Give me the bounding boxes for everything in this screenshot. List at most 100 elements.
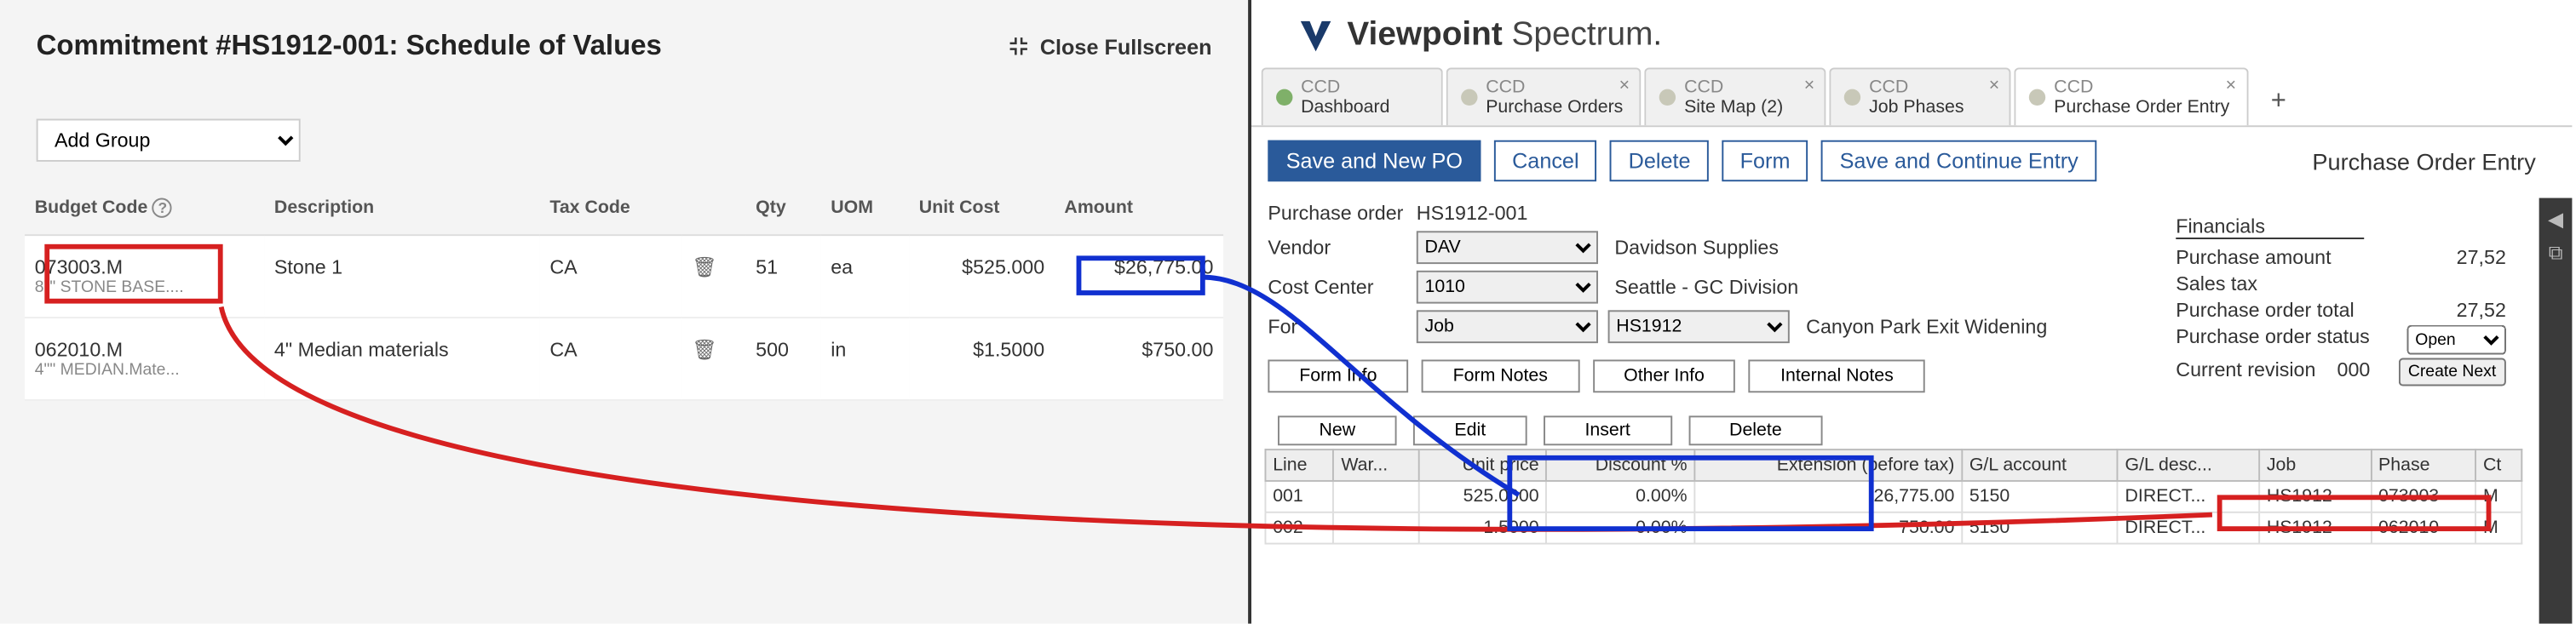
- po-label: Purchase order: [1268, 202, 1416, 225]
- grid-edit-button[interactable]: Edit: [1413, 416, 1527, 446]
- create-next-button[interactable]: Create Next: [2398, 358, 2506, 386]
- close-fullscreen-label: Close Fullscreen: [1040, 34, 1212, 59]
- extension-cell: 26,775.00: [1694, 481, 1962, 512]
- tab-close-icon[interactable]: ×: [1989, 76, 1999, 95]
- tab-dashboard[interactable]: CCDDashboard: [1262, 67, 1443, 125]
- close-fullscreen-button[interactable]: Close Fullscreen: [1007, 34, 1211, 59]
- table-row[interactable]: 073003.M8"" STONE BASE....Stone 1CA 🗑 51ea…: [25, 235, 1223, 318]
- delete-button[interactable]: Delete: [1610, 140, 1708, 181]
- qty-cell[interactable]: 51: [746, 235, 821, 318]
- page-title: Commitment #HS1912-001: Schedule of Valu…: [37, 30, 662, 63]
- delete-row-button[interactable]: 🗑: [682, 318, 746, 400]
- grid-col-discount-[interactable]: Discount %: [1546, 449, 1694, 481]
- col-budget-code[interactable]: Budget Code?: [25, 181, 264, 235]
- tab-company: CCD: [1486, 77, 1623, 97]
- viewpoint-logo-icon: [1297, 17, 1334, 54]
- table-row[interactable]: 062010.M4"" MEDIAN.Mate...4" Median mate…: [25, 318, 1223, 400]
- tab-site-map-2-[interactable]: CCDSite Map (2)×: [1645, 67, 1826, 125]
- budget-code-cell[interactable]: 073003.M8"" STONE BASE....: [25, 235, 264, 318]
- for-label: For: [1268, 316, 1416, 339]
- vendor-select[interactable]: DAV: [1417, 232, 1598, 265]
- cost-center-select[interactable]: 1010: [1417, 271, 1598, 304]
- col-uom[interactable]: UOM: [821, 181, 910, 235]
- uom-cell[interactable]: in: [821, 318, 910, 400]
- col-tax-code[interactable]: Tax Code: [540, 181, 682, 235]
- discount-cell[interactable]: 0.00%: [1546, 481, 1694, 512]
- unit-price-cell[interactable]: 1.5000: [1419, 512, 1546, 544]
- po-total-value: 27,52: [2424, 299, 2506, 322]
- internal-notes-button[interactable]: Internal Notes: [1749, 360, 1924, 393]
- purchase-amount-value: 27,52: [2424, 246, 2506, 269]
- tab-close-icon[interactable]: ×: [1804, 76, 1814, 95]
- job-cell[interactable]: HS1912: [2259, 481, 2371, 512]
- form-notes-button[interactable]: Form Notes: [1422, 360, 1579, 393]
- tab-job-phases[interactable]: CCDJob Phases×: [1830, 67, 2011, 125]
- tax-code-cell[interactable]: CA: [540, 318, 682, 400]
- col-description[interactable]: Description: [264, 181, 539, 235]
- phase-cell[interactable]: 062010: [2371, 512, 2475, 544]
- grid-col-g-l-desc-[interactable]: G/L desc...: [2118, 449, 2259, 481]
- uom-cell[interactable]: ea: [821, 235, 910, 318]
- unit-cost-cell[interactable]: $1.5000: [909, 318, 1055, 400]
- col-unit-cost[interactable]: Unit Cost: [909, 181, 1055, 235]
- side-panel-toggle[interactable]: ◀ ⧉: [2539, 198, 2573, 624]
- war-cell: [1334, 512, 1419, 544]
- grid-delete-button[interactable]: Delete: [1688, 416, 1824, 446]
- add-group-select[interactable]: Add Group: [37, 119, 301, 162]
- unit-price-cell[interactable]: 525.0000: [1419, 481, 1546, 512]
- tab-label: Job Phases: [1869, 98, 1964, 117]
- grid-col-phase[interactable]: Phase: [2371, 449, 2475, 481]
- tab-purchase-order-entry[interactable]: CCDPurchase Order Entry×: [2015, 67, 2248, 125]
- tab-close-icon[interactable]: ×: [2226, 76, 2236, 95]
- help-icon[interactable]: ?: [152, 198, 172, 218]
- gl-desc-cell: DIRECT...: [2118, 512, 2259, 544]
- form-info-button[interactable]: Form Info: [1268, 360, 1408, 393]
- col-qty[interactable]: Qty: [746, 181, 821, 235]
- cost-center-desc: Seattle - GC Division: [1614, 276, 1798, 299]
- ct-cell[interactable]: M: [2475, 481, 2521, 512]
- grid-new-button[interactable]: New: [1278, 416, 1397, 446]
- for-select[interactable]: Job: [1417, 311, 1598, 344]
- grid-col-ct[interactable]: Ct: [2475, 449, 2521, 481]
- tab-purchase-orders[interactable]: CCDPurchase Orders ×: [1446, 67, 1642, 125]
- grid-insert-button[interactable]: Insert: [1544, 416, 1671, 446]
- screen-title: Purchase Order Entry: [2312, 148, 2535, 175]
- grid-col-g-l-account[interactable]: G/L account: [1962, 449, 2118, 481]
- grid-col-job[interactable]: Job: [2259, 449, 2371, 481]
- tab-label: Purchase Orders: [1486, 98, 1623, 117]
- grid-col-line[interactable]: Line: [1265, 449, 1333, 481]
- new-tab-button[interactable]: +: [2251, 79, 2307, 125]
- phase-cell[interactable]: 073003: [2371, 481, 2475, 512]
- job-select[interactable]: HS1912: [1608, 311, 1790, 344]
- tab-status-icon: [1844, 89, 1860, 106]
- save-and-continue-button[interactable]: Save and Continue Entry: [1821, 140, 2096, 181]
- description-cell[interactable]: 4" Median materials: [264, 318, 539, 400]
- grid-row[interactable]: 001525.00000.00%26,775.005150DIRECT...HS…: [1265, 481, 2521, 512]
- unit-cost-cell[interactable]: $525.000: [909, 235, 1055, 318]
- gl-account-cell[interactable]: 5150: [1962, 481, 2118, 512]
- grid-row[interactable]: 0021.50000.00%750.005150DIRECT...HS19120…: [1265, 512, 2521, 544]
- save-and-new-po-button[interactable]: Save and New PO: [1268, 140, 1481, 181]
- tax-code-cell[interactable]: CA: [540, 235, 682, 318]
- discount-cell[interactable]: 0.00%: [1546, 512, 1694, 544]
- extension-cell: 750.00: [1694, 512, 1962, 544]
- grid-col-war-[interactable]: War...: [1334, 449, 1419, 481]
- financials-header: Financials: [2176, 215, 2364, 239]
- qty-cell[interactable]: 500: [746, 318, 821, 400]
- ct-cell[interactable]: M: [2475, 512, 2521, 544]
- budget-code-cell[interactable]: 062010.M4"" MEDIAN.Mate...: [25, 318, 264, 400]
- description-cell[interactable]: Stone 1: [264, 235, 539, 318]
- col-amount[interactable]: Amount: [1055, 181, 1223, 235]
- grid-col-extension-before-tax-[interactable]: Extension (before tax): [1694, 449, 1962, 481]
- delete-row-button[interactable]: 🗑: [682, 235, 746, 318]
- other-info-button[interactable]: Other Info: [1592, 360, 1735, 393]
- trash-icon: 🗑: [692, 255, 717, 278]
- cancel-button[interactable]: Cancel: [1494, 140, 1597, 181]
- purchase-amount-label: Purchase amount: [2176, 246, 2331, 269]
- tab-close-icon[interactable]: ×: [1619, 76, 1630, 95]
- po-status-select[interactable]: Open: [2407, 325, 2506, 355]
- job-cell[interactable]: HS1912: [2259, 512, 2371, 544]
- grid-col-unit-price[interactable]: Unit price: [1419, 449, 1546, 481]
- gl-account-cell[interactable]: 5150: [1962, 512, 2118, 544]
- form-button[interactable]: Form: [1722, 140, 1808, 181]
